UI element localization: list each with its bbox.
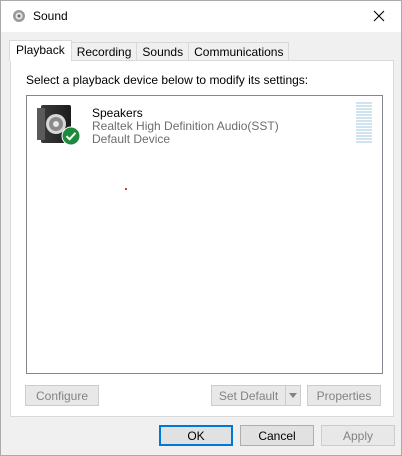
meter-bar <box>356 102 372 104</box>
speaker-app-icon <box>13 10 25 22</box>
cancel-button[interactable]: Cancel <box>240 425 314 446</box>
meter-bar <box>356 123 372 125</box>
title-bar: Sound <box>1 1 401 32</box>
sound-dialog: Sound Playback Recording Sounds Communic… <box>0 0 402 456</box>
meter-bar <box>356 129 372 131</box>
device-item-speakers[interactable]: Speakers Realtek High Definition Audio(S… <box>28 97 381 157</box>
meter-bar <box>356 108 372 110</box>
tab-playback[interactable]: Playback <box>9 40 72 61</box>
instruction-text: Select a playback device below to modify… <box>26 73 309 87</box>
meter-bar <box>356 120 372 122</box>
device-list[interactable]: Speakers Realtek High Definition Audio(S… <box>26 95 383 374</box>
device-status: Default Device <box>92 132 171 146</box>
ok-button[interactable]: OK <box>159 425 233 446</box>
properties-button[interactable]: Properties <box>307 385 381 406</box>
meter-bar <box>356 105 372 107</box>
meter-bar <box>356 111 372 113</box>
volume-meter <box>356 102 372 146</box>
tab-sounds[interactable]: Sounds <box>136 42 190 60</box>
meter-bar <box>356 141 372 143</box>
meter-bar <box>356 138 372 140</box>
close-icon <box>373 10 384 22</box>
device-driver: Realtek High Definition Audio(SST) <box>92 119 279 133</box>
meter-bar <box>356 114 372 116</box>
playback-panel: Select a playback device below to modify… <box>10 60 394 417</box>
tab-recording[interactable]: Recording <box>70 42 138 60</box>
set-default-dropdown[interactable] <box>285 385 301 406</box>
red-dot <box>125 188 127 190</box>
chevron-down-icon <box>289 393 297 398</box>
apply-button[interactable]: Apply <box>321 425 395 446</box>
window-title: Sound <box>33 9 68 23</box>
configure-button[interactable]: Configure <box>25 385 99 406</box>
tab-communications[interactable]: Communications <box>188 42 290 60</box>
tab-strip: Playback Recording Sounds Communications <box>9 40 290 61</box>
meter-bar <box>356 135 372 137</box>
meter-bar <box>356 132 372 134</box>
set-default-button[interactable]: Set Default <box>211 385 286 406</box>
device-name: Speakers <box>92 106 143 120</box>
meter-bar <box>356 117 372 119</box>
check-badge-icon <box>61 126 81 146</box>
meter-bar <box>356 126 372 128</box>
close-button[interactable] <box>356 1 401 31</box>
